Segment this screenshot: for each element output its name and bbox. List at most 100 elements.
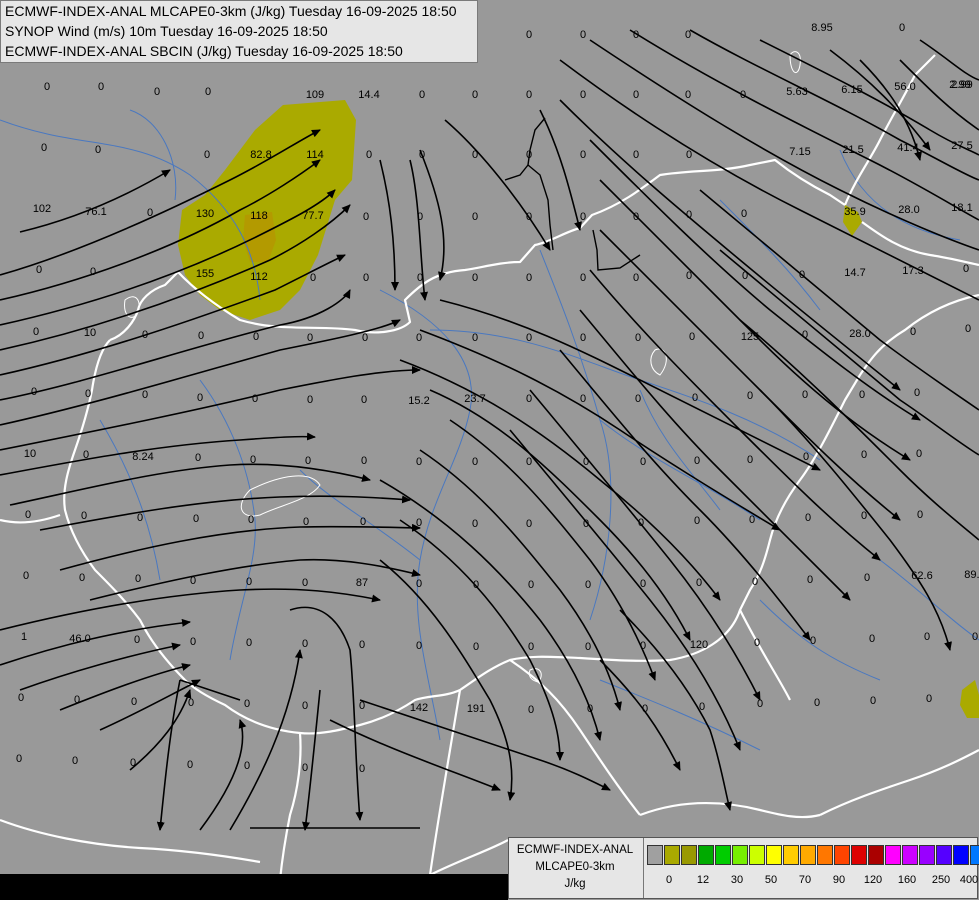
cape-value-label: 0 xyxy=(302,638,308,650)
streamline xyxy=(559,59,979,301)
cape-value-label: 0 xyxy=(90,266,96,278)
cape-value-label: 0 xyxy=(963,263,969,275)
cape-value-label: 14.4 xyxy=(358,89,379,101)
streamline xyxy=(289,606,364,821)
cape-value-label: 112 xyxy=(250,271,268,283)
cape-value-label: 0 xyxy=(864,572,870,584)
cape-value-label: 0 xyxy=(305,455,311,467)
streamline xyxy=(419,149,446,281)
legend-swatch xyxy=(970,845,979,865)
legend-swatch xyxy=(868,845,884,865)
cape-value-label: 0 xyxy=(472,149,478,161)
cape-value-label: 0 xyxy=(917,509,923,521)
cape-value-label: 28.0 xyxy=(898,204,919,216)
cape-value-label: 0 xyxy=(250,454,256,466)
color-legend: ECMWF-INDEX-ANAL MLCAPE0-3km J/kg 0 12 30 5… xyxy=(508,837,979,899)
legend-title-line-3: J/kg xyxy=(564,878,586,890)
cape-value-label: 0 xyxy=(694,455,700,467)
cape-value-label: 0 xyxy=(692,392,698,404)
cape-value-label: 0 xyxy=(83,449,89,461)
cape-value-label: 0 xyxy=(526,29,532,41)
cape-value-label: 0 xyxy=(526,149,532,161)
cape-value-label: 82.8 xyxy=(250,149,271,161)
cape-value-label: 0 xyxy=(810,635,816,647)
cape-value-label: 0 xyxy=(131,696,137,708)
cape-value-label: 0 xyxy=(580,29,586,41)
cape-value-label: 0 xyxy=(303,516,309,528)
cape-value-label: 0 xyxy=(41,142,47,154)
cape-value-label: 0 xyxy=(362,332,368,344)
cape-value-label: 0 xyxy=(580,149,586,161)
cape-value-label: 0 xyxy=(585,641,591,653)
legend-tick-label: 0 xyxy=(665,874,673,886)
cape-value-label: 14.7 xyxy=(844,267,865,279)
wind-streamlines xyxy=(0,29,979,831)
cape-value-label: 0 xyxy=(633,149,639,161)
cape-value-label: 76.1 xyxy=(85,206,106,218)
cape-value-label: 0 xyxy=(861,510,867,522)
cape-value-label: 0 xyxy=(642,703,648,715)
cape-value-label: 0 xyxy=(472,518,478,530)
cape-value-label: 0 xyxy=(635,332,641,344)
cape-value-label: 0 xyxy=(528,641,534,653)
cape-value-label: 28.0 xyxy=(849,328,870,340)
cape-value-label: 0 xyxy=(205,86,211,98)
cape-value-label: 0 xyxy=(587,703,593,715)
cape-value-label: 0 xyxy=(914,387,920,399)
cape-value-label: 77.7 xyxy=(302,210,323,222)
streamline xyxy=(444,119,551,251)
cape-value-label: 0 xyxy=(363,211,369,223)
legend-swatch xyxy=(749,845,765,865)
cape-value-label: 0 xyxy=(72,755,78,767)
cape-value-label: 0 xyxy=(198,330,204,342)
cape-value-label: 0 xyxy=(749,514,755,526)
cape-value-label: 10 xyxy=(24,448,36,460)
cape-value-label: 0 xyxy=(252,393,258,405)
cape-value-label: 0 xyxy=(640,640,646,652)
cape-value-label: 0 xyxy=(802,329,808,341)
cape-value-label: 0 xyxy=(473,579,479,591)
cape-value-label: 35.9 xyxy=(844,206,865,218)
legend-swatch xyxy=(902,845,918,865)
legend-tick-label: 30 xyxy=(730,874,744,886)
cape-value-label: 0 xyxy=(926,693,932,705)
cape-value-label: 0 xyxy=(302,700,308,712)
cape-value-label: 0 xyxy=(307,332,313,344)
streamline xyxy=(129,689,192,771)
cape-value-label: 89.9 xyxy=(964,569,979,581)
cape-value-label: 0 xyxy=(147,207,153,219)
cape-value-label: 0 xyxy=(359,700,365,712)
cape-value-label: 0 xyxy=(528,579,534,591)
legend-swatch xyxy=(698,845,714,865)
cape-value-label: 0 xyxy=(685,29,691,41)
header-line-cape: ECMWF-INDEX-ANAL MLCAPE0-3km (J/kg) Tues… xyxy=(5,3,457,19)
legend-tick-label: 160 xyxy=(897,874,917,886)
cape-value-label: 0 xyxy=(472,332,478,344)
streamline xyxy=(829,49,931,151)
weather-map: 19.448.0000008.95000002.9910914.40000000… xyxy=(0,0,979,900)
cape-value-label: 0 xyxy=(580,89,586,101)
cape-value-label: 0 xyxy=(869,633,875,645)
streamline xyxy=(589,39,979,251)
cape-value-label: 0 xyxy=(747,454,753,466)
cape-value-label: 0 xyxy=(187,759,193,771)
cape-value-label: 0 xyxy=(754,637,760,649)
country-borders xyxy=(0,54,979,881)
cape-shading xyxy=(178,100,979,718)
cape-value-label: 2.99 xyxy=(949,79,970,91)
cape-value-label: 0 xyxy=(190,636,196,648)
cape-value-label: 0 xyxy=(416,517,422,529)
cape-value-label: 0 xyxy=(899,22,905,34)
streamline xyxy=(379,159,399,291)
cape-value-label: 0 xyxy=(74,694,80,706)
cape-value-label: 0 xyxy=(741,208,747,220)
cape-value-label: 0 xyxy=(633,272,639,284)
legend-ticks: 0 12 30 50 70 90 120 160 250 400 xyxy=(647,874,979,888)
cape-value-label: 0 xyxy=(583,456,589,468)
cape-value-label: 8.95 xyxy=(811,22,832,34)
cape-value-label: 125 xyxy=(741,331,759,343)
cape-value-label: 0 xyxy=(583,518,589,530)
cape-value-label: 0 xyxy=(18,692,24,704)
cape-value-label: 0 xyxy=(580,393,586,405)
legend-tick-label: 400 xyxy=(959,874,979,886)
